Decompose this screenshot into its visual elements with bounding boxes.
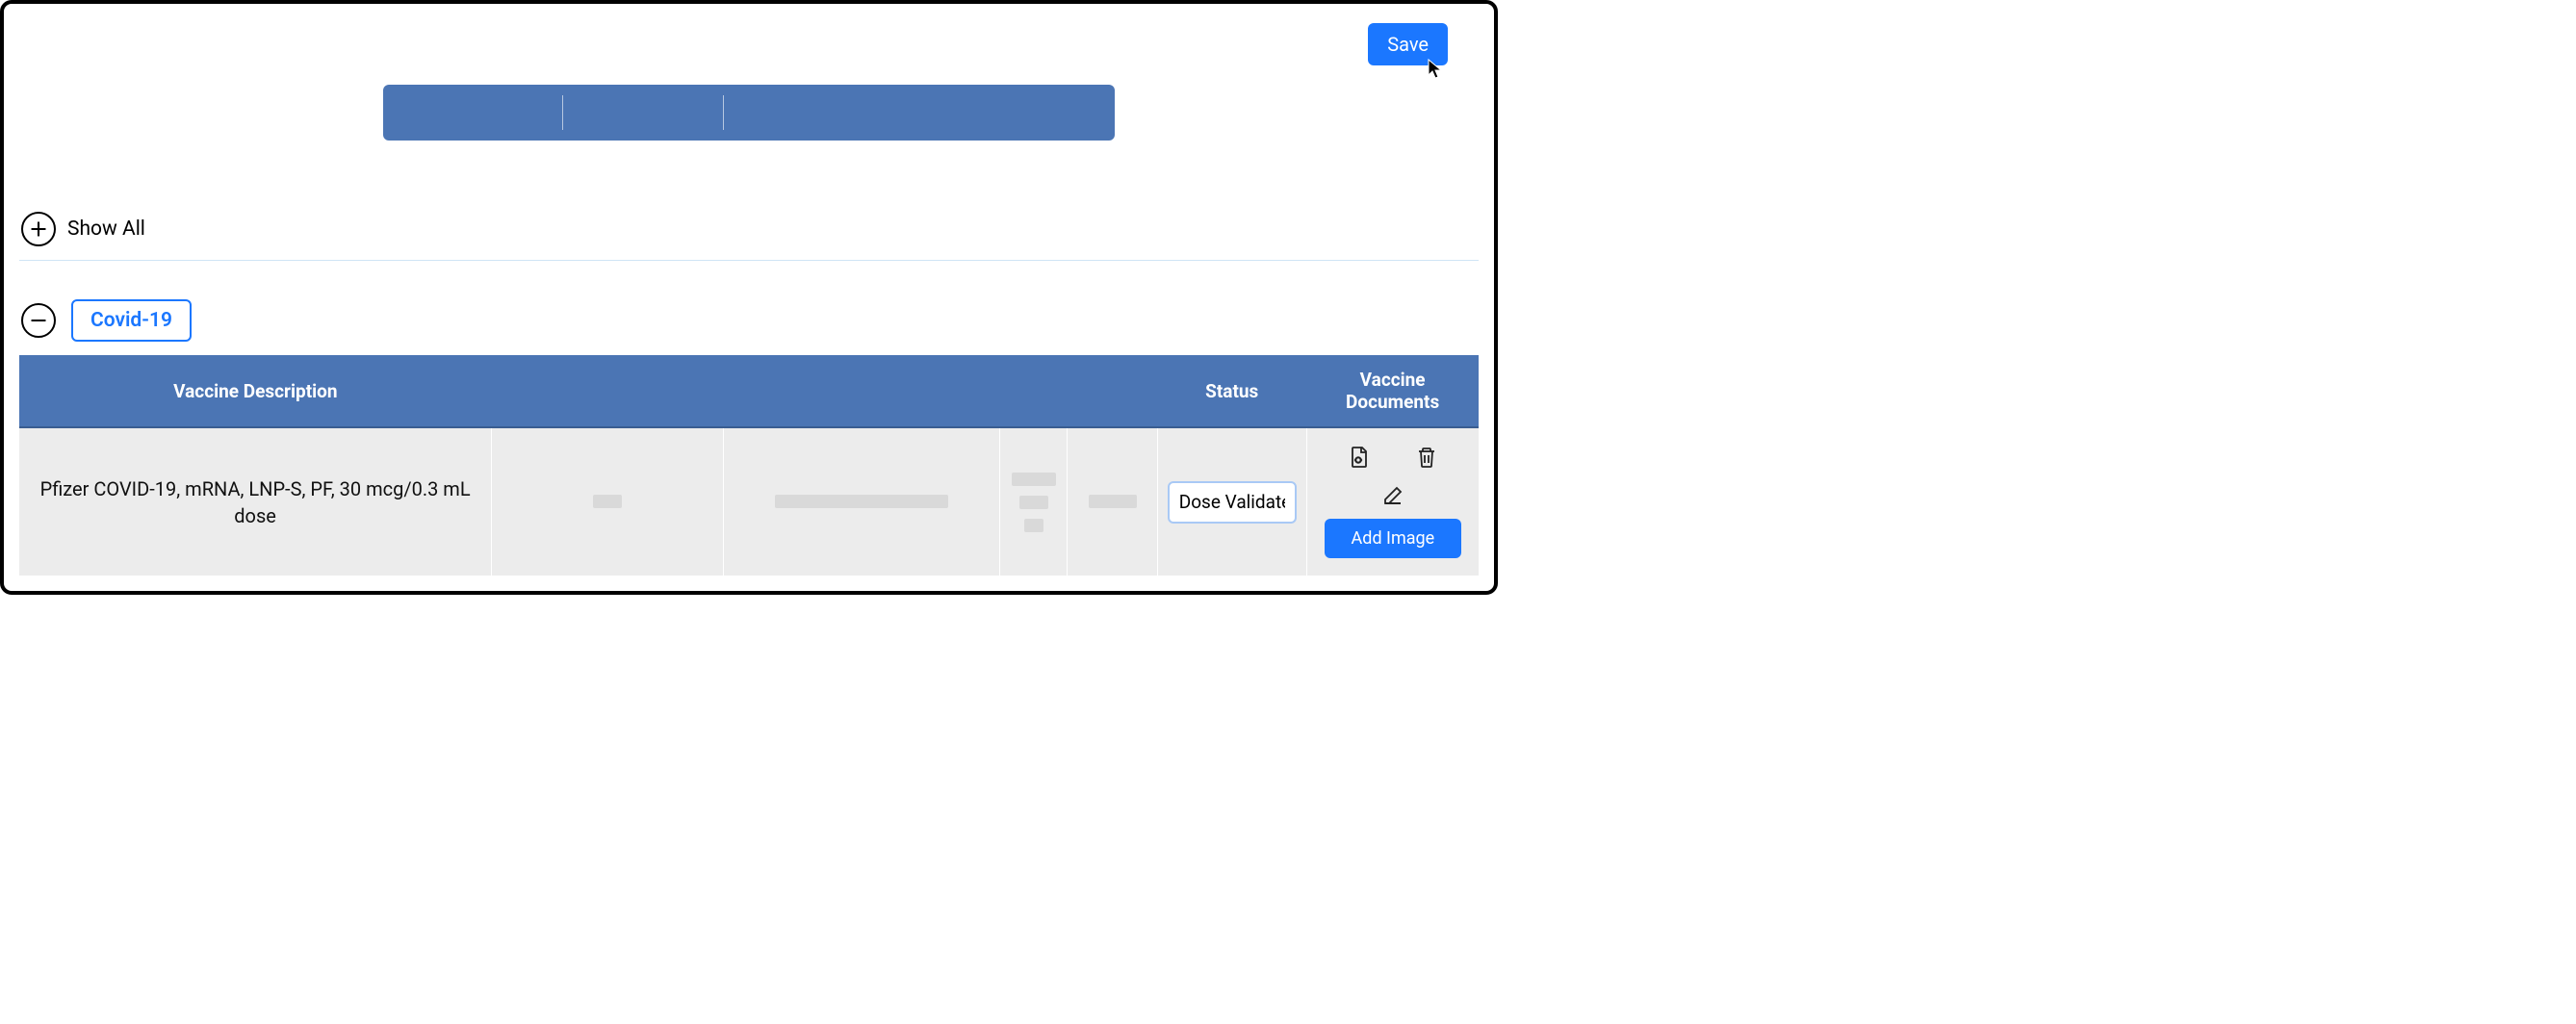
top-actions-row: Save <box>19 19 1479 65</box>
covid-19-pill[interactable]: Covid-19 <box>71 299 192 342</box>
redacted-text <box>1019 496 1048 509</box>
redacted-text <box>1024 519 1043 532</box>
edit-icon <box>1381 484 1404 507</box>
cell-col4 <box>1000 427 1068 576</box>
cell-documents: Add Image <box>1306 427 1479 576</box>
th-documents: Vaccine Documents <box>1306 355 1479 427</box>
expand-all-button[interactable] <box>21 212 56 246</box>
th-col4 <box>1000 355 1068 427</box>
collapse-button[interactable] <box>21 303 56 338</box>
banner-segment-2 <box>563 95 723 130</box>
save-button[interactable]: Save <box>1368 23 1448 65</box>
cell-status <box>1157 427 1306 576</box>
plus-icon <box>29 219 48 239</box>
th-col5 <box>1068 355 1157 427</box>
show-all-label: Show All <box>67 218 145 241</box>
cell-col2 <box>492 427 723 576</box>
table-header-row: Vaccine Description Status Vaccine Docum… <box>19 355 1479 427</box>
cell-col3 <box>723 427 1000 576</box>
redacted-text <box>1012 473 1056 486</box>
table-row: Pfizer COVID-19, mRNA, LNP-S, PF, 30 mcg… <box>19 427 1479 576</box>
vaccine-table: Vaccine Description Status Vaccine Docum… <box>19 355 1479 576</box>
view-document-icon <box>1348 446 1371 469</box>
banner <box>383 85 1115 141</box>
status-input[interactable] <box>1168 481 1297 524</box>
banner-segment-1 <box>383 95 562 130</box>
th-description: Vaccine Description <box>19 355 492 427</box>
trash-icon <box>1415 446 1438 469</box>
add-image-button[interactable]: Add Image <box>1325 519 1462 558</box>
banner-divider <box>723 95 724 130</box>
th-col3 <box>723 355 1000 427</box>
cell-description: Pfizer COVID-19, mRNA, LNP-S, PF, 30 mcg… <box>19 427 492 576</box>
redacted-text <box>775 495 948 508</box>
redacted-text <box>593 495 622 508</box>
cell-col5 <box>1068 427 1157 576</box>
minus-icon <box>29 311 48 330</box>
redacted-text <box>1089 495 1137 508</box>
delete-button[interactable] <box>1415 446 1438 469</box>
show-all-row: Show All <box>19 208 1479 261</box>
section-header-row: Covid-19 <box>19 261 1479 355</box>
banner-row <box>19 85 1479 141</box>
edit-button[interactable] <box>1381 484 1404 507</box>
view-document-button[interactable] <box>1348 446 1371 469</box>
th-status: Status <box>1157 355 1306 427</box>
th-col2 <box>492 355 723 427</box>
